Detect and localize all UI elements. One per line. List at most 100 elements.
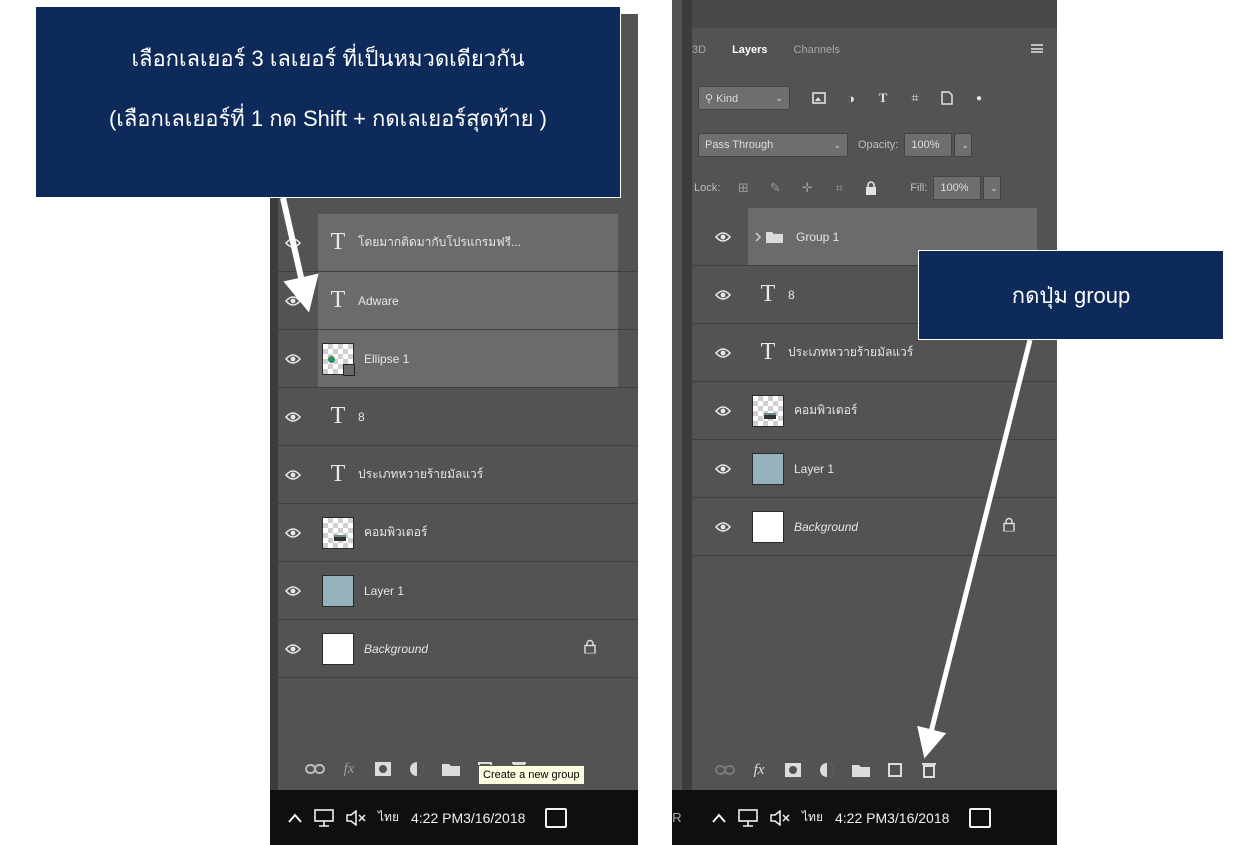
network-icon[interactable] (314, 808, 334, 827)
lock-all-icon[interactable] (860, 177, 882, 199)
layer-row[interactable]: Layer 1 (270, 562, 638, 620)
image-thumbnail (322, 516, 354, 549)
layer-body[interactable]: Ellipse 1 (318, 330, 618, 387)
eye-visibility-icon[interactable] (270, 272, 316, 329)
group-icon[interactable] (434, 754, 468, 784)
filter-kind-select[interactable]: ⚲ Kind ⌄ (698, 86, 790, 110)
layer-row[interactable]: คอมพิวเตอร์ (692, 382, 1057, 440)
clock-date: 3/16/2018 (887, 809, 950, 826)
network-icon[interactable] (738, 808, 758, 827)
trash-icon[interactable] (912, 755, 946, 785)
layer-name: Layer 1 (364, 583, 405, 598)
layer-body[interactable]: คอมพิวเตอร์ (748, 382, 1037, 439)
layers-bottom-toolbar: fx (298, 747, 638, 791)
mask-icon[interactable] (366, 754, 400, 784)
clock[interactable]: 4:22 PM 3/16/2018 (835, 809, 949, 827)
lock-move-icon[interactable]: ✛ (796, 177, 818, 199)
blend-row: Pass Through ⌄ Opacity: 100% ⌄ (698, 133, 973, 157)
speaker-muted-icon[interactable] (346, 809, 366, 826)
fx-icon[interactable]: fx (332, 754, 366, 784)
adjustment-icon[interactable] (810, 755, 844, 785)
layer-row[interactable]: T8 (270, 388, 638, 446)
layer-body[interactable]: คอมพิวเตอร์ (318, 504, 618, 561)
clock-time: 4:22 PM (410, 809, 464, 826)
link-icon[interactable] (298, 754, 332, 784)
eye-visibility-icon[interactable] (700, 266, 746, 323)
chevron-down-icon[interactable]: ⌄ (983, 176, 1002, 200)
type-filter-icon[interactable]: T (872, 87, 894, 109)
layer-body[interactable]: T โดยมากติดมากับโปรแกรมฟรี... (318, 214, 618, 271)
eye-visibility-icon[interactable] (270, 620, 316, 677)
layer-row[interactable]: Ellipse 1 (270, 330, 638, 388)
eye-visibility-icon[interactable] (270, 214, 316, 271)
text-layer-icon: T (760, 339, 776, 365)
background-thumbnail (322, 632, 354, 665)
layer-row[interactable]: คอมพิวเตอร์ (270, 504, 638, 562)
blend-mode-value: Pass Through (705, 139, 774, 151)
layer-body[interactable]: T Adware (318, 272, 618, 329)
eye-visibility-icon[interactable] (700, 382, 746, 439)
image-filter-icon[interactable] (808, 87, 830, 109)
link-icon[interactable] (708, 755, 742, 785)
chevron-up-icon[interactable] (288, 812, 302, 823)
taskbar-prefix: R (672, 810, 682, 825)
chevron-up-icon[interactable] (712, 812, 726, 823)
text-layer-icon: T (760, 281, 776, 307)
eye-visibility-icon[interactable] (270, 388, 316, 445)
eye-visibility-icon[interactable] (700, 208, 746, 265)
callout-line-1: เลือกเลเยอร์ 3 เลเยอร์ ที่เป็นหมวดเดียวก… (131, 46, 525, 71)
lock-artboard-icon[interactable]: ⌗ (828, 177, 850, 199)
eye-visibility-icon[interactable] (270, 446, 316, 503)
filter-toggle-icon[interactable]: ● (968, 87, 990, 109)
clock[interactable]: 4:22 PM 3/16/2018 (411, 809, 525, 827)
layer-row[interactable]: T Adware (270, 272, 638, 330)
layer-body[interactable]: Background (318, 620, 618, 677)
layer-body[interactable]: Layer 1 (748, 440, 1037, 497)
smart-object-filter-icon[interactable] (936, 87, 958, 109)
chevron-down-icon[interactable]: ⌄ (954, 133, 973, 157)
mask-icon[interactable] (776, 755, 810, 785)
notification-icon[interactable] (969, 807, 992, 828)
layer-row[interactable]: Layer 1 (692, 440, 1057, 498)
lock-brush-icon[interactable]: ✎ (764, 177, 786, 199)
adjustment-filter-icon[interactable]: ◑ (840, 87, 862, 109)
notification-icon[interactable] (545, 807, 568, 828)
adjustment-icon[interactable] (400, 754, 434, 784)
lock-transparent-icon[interactable]: ⊞ (732, 177, 754, 199)
layer-row[interactable]: T โดยมากติดมากับโปรแกรมฟรี... (270, 214, 638, 272)
clock-time: 4:22 PM (834, 809, 888, 826)
layer-row[interactable]: Background (270, 620, 638, 678)
blend-mode-select[interactable]: Pass Through ⌄ (698, 133, 848, 157)
group-folder-icon[interactable] (754, 230, 784, 244)
group-icon[interactable] (844, 755, 878, 785)
language-indicator[interactable]: ไทย (378, 808, 399, 827)
eye-visibility-icon[interactable] (700, 440, 746, 497)
layer-name: คอมพิวเตอร์ (364, 525, 428, 539)
new-layer-icon[interactable] (878, 755, 912, 785)
layer-body[interactable]: Background (748, 498, 1037, 555)
lock-icon (1003, 517, 1015, 536)
shape-filter-icon[interactable]: ⌗ (904, 87, 926, 109)
eye-visibility-icon[interactable] (270, 330, 316, 387)
tab-layers[interactable]: Layers (732, 44, 767, 56)
layer-body[interactable]: T8 (318, 388, 618, 445)
layer-body[interactable]: Layer 1 (318, 562, 618, 619)
panel-menu-icon[interactable] (1031, 44, 1043, 53)
speaker-muted-icon[interactable] (770, 809, 790, 826)
layer-body[interactable]: T ประเภทหวายร้ายมัลแวร์ (318, 446, 618, 503)
tab-channels[interactable]: Channels (794, 44, 840, 56)
eye-visibility-icon[interactable] (700, 498, 746, 555)
opacity-label: Opacity: (858, 139, 899, 151)
windows-taskbar: R ไทย 4:22 PM 3/16/2018 (672, 790, 1057, 845)
layer-row[interactable]: T ประเภทหวายร้ายมัลแวร์ (270, 446, 638, 504)
layer-row[interactable]: Background (692, 498, 1057, 556)
eye-visibility-icon[interactable] (700, 324, 746, 381)
language-indicator[interactable]: ไทย (802, 808, 823, 827)
tab-3d[interactable]: 3D (692, 44, 706, 56)
fx-icon[interactable]: fx (742, 755, 776, 785)
eye-visibility-icon[interactable] (270, 562, 316, 619)
fill-input[interactable]: 100% (933, 176, 982, 200)
eye-visibility-icon[interactable] (270, 504, 316, 561)
panel-top-strip (692, 0, 1057, 28)
opacity-input[interactable]: 100% (904, 133, 953, 157)
